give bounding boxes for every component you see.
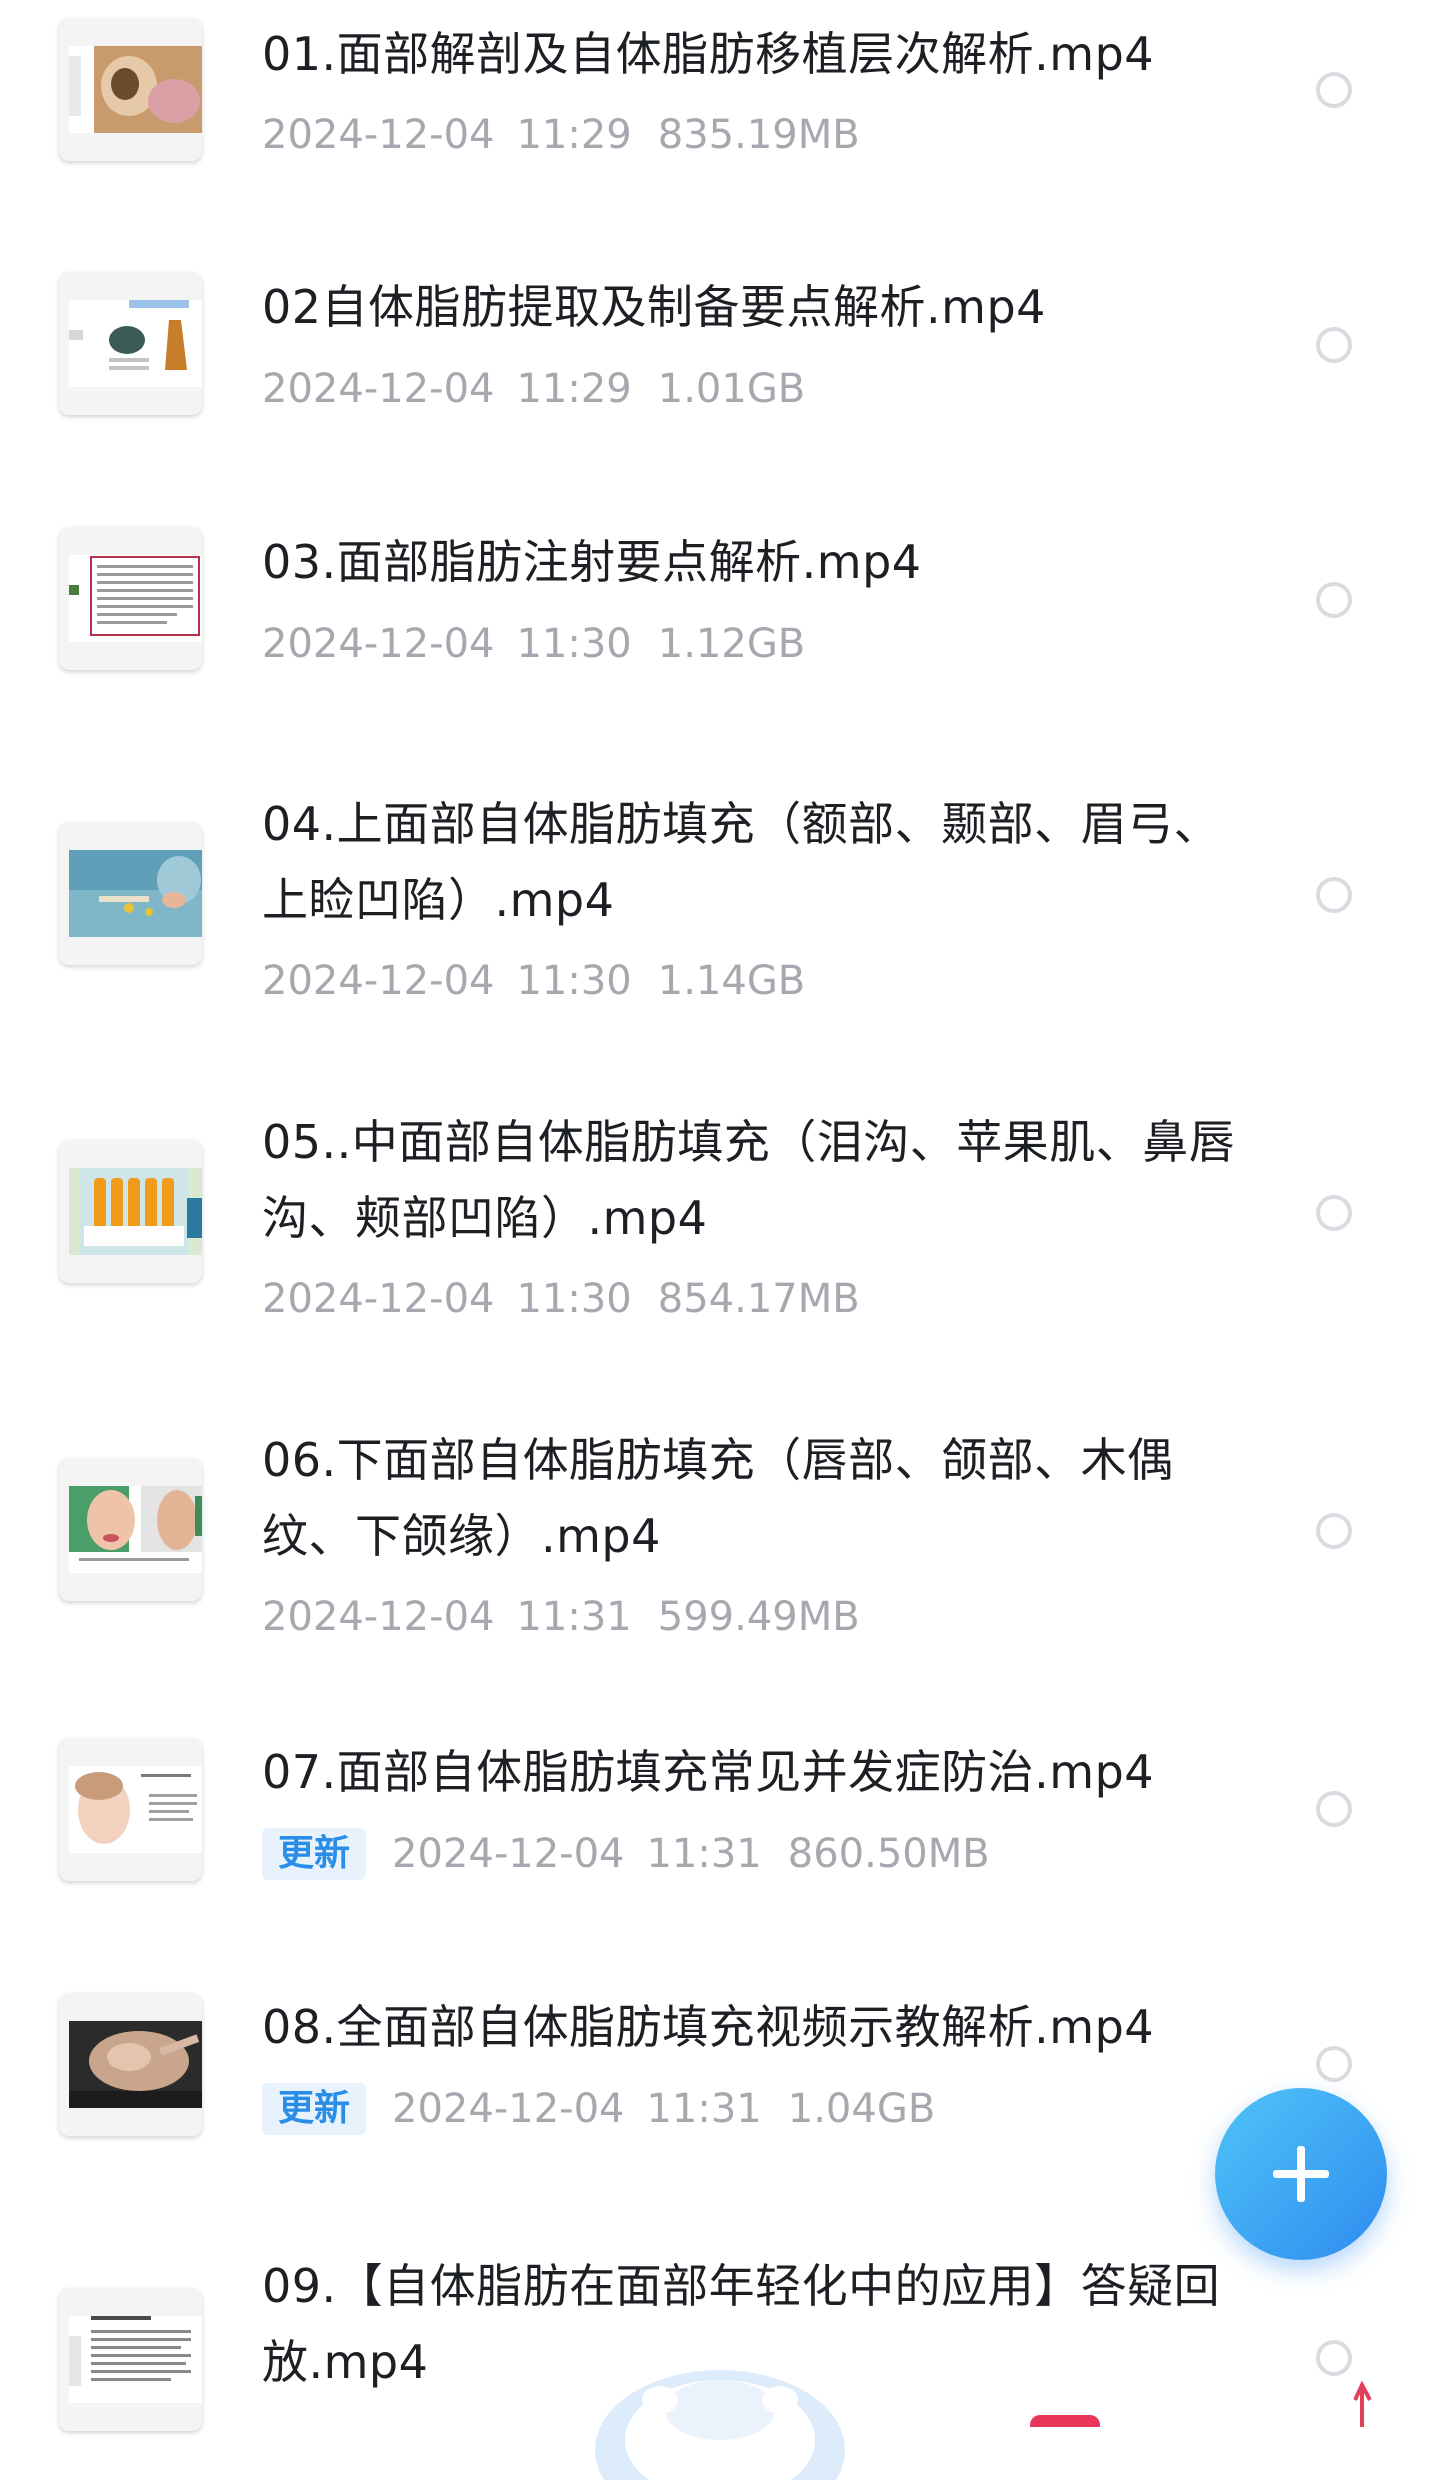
file-time: 11:30 — [516, 1276, 632, 1322]
surgery-thumbnail-image — [69, 850, 202, 937]
select-radio-icon[interactable] — [1316, 877, 1352, 913]
file-size: 860.50MB — [787, 1831, 990, 1877]
file-meta: 2024-12-04 11:29 835.19MB — [262, 110, 860, 160]
plus-icon — [1273, 2146, 1329, 2202]
select-radio-icon[interactable] — [1316, 72, 1352, 108]
file-meta: 更新 2024-12-04 11:31 860.50MB — [262, 1828, 990, 1880]
face-slide-thumbnail-image — [69, 1766, 202, 1853]
file-time: 11:29 — [516, 366, 632, 412]
file-size: 1.12GB — [657, 621, 806, 667]
procedure-video-thumbnail-image — [69, 2021, 202, 2108]
file-thumbnail — [59, 1458, 202, 1601]
select-radio-icon[interactable] — [1316, 2046, 1352, 2082]
file-size: 1.04GB — [787, 2086, 936, 2132]
qa-slide-thumbnail-image — [69, 2316, 202, 2403]
file-thumbnail — [59, 1993, 202, 2136]
file-date: 2024-12-04 — [262, 366, 495, 412]
file-date: 2024-12-04 — [262, 621, 495, 667]
file-title: 05..中面部自体脂肪填充（泪沟、苹果肌、鼻唇沟、颊部凹陷）.mp4 — [262, 1115, 1236, 1245]
file-date: 2024-12-04 — [392, 1831, 625, 1877]
file-size: 1.14GB — [657, 958, 806, 1004]
file-meta: 更新 2024-12-04 11:31 1.04GB — [262, 2083, 936, 2135]
file-date: 2024-12-04 — [262, 958, 495, 1004]
face-thumbnail-image — [69, 1486, 202, 1573]
file-meta: 2024-12-04 11:29 1.01GB — [262, 364, 805, 414]
file-time: 11:31 — [646, 2086, 762, 2132]
file-thumbnail — [59, 272, 202, 415]
file-date: 2024-12-04 — [392, 2086, 625, 2132]
select-radio-icon[interactable] — [1316, 2340, 1352, 2376]
file-meta: 2024-12-04 11:31 599.49MB — [262, 1592, 860, 1642]
file-date: 2024-12-04 — [262, 112, 495, 158]
updated-badge: 更新 — [262, 2083, 367, 2135]
file-thumbnail — [59, 822, 202, 965]
file-time: 11:30 — [516, 621, 632, 667]
add-button[interactable] — [1215, 2088, 1387, 2260]
select-radio-icon[interactable] — [1316, 582, 1352, 618]
file-title: 08.全面部自体脂肪填充视频示教解析.mp4 — [262, 2000, 1155, 2054]
file-meta: 2024-12-04 11:30 854.17MB — [262, 1274, 860, 1324]
file-size: 599.49MB — [657, 1594, 860, 1640]
file-title: 03.面部脂肪注射要点解析.mp4 — [262, 535, 922, 589]
file-thumbnail — [59, 1140, 202, 1283]
mascot-decoration-icon — [595, 2370, 845, 2480]
select-radio-icon[interactable] — [1316, 1195, 1352, 1231]
file-thumbnail — [59, 2288, 202, 2431]
file-title: 01.面部解剖及自体脂肪移植层次解析.mp4 — [262, 27, 1155, 81]
file-title: 02自体脂肪提取及制备要点解析.mp4 — [262, 280, 1046, 334]
file-thumbnail — [59, 1738, 202, 1881]
select-radio-icon[interactable] — [1316, 1513, 1352, 1549]
file-time: 11:29 — [516, 112, 632, 158]
file-meta: 2024-12-04 11:30 1.12GB — [262, 619, 805, 669]
bottom-decoration-icon — [1030, 2380, 1372, 2427]
file-time: 11:31 — [646, 1831, 762, 1877]
file-date: 2024-12-04 — [262, 1594, 495, 1640]
slide-thumbnail-image — [69, 300, 202, 387]
file-title: 04.上面部自体脂肪填充（额部、颞部、眉弓、上睑凹陷）.mp4 — [262, 797, 1221, 927]
file-title: 06.下面部自体脂肪填充（唇部、颌部、木偶纹、下颌缘）.mp4 — [262, 1433, 1174, 1563]
updated-badge: 更新 — [262, 1828, 367, 1880]
test-tubes-thumbnail-image — [69, 1168, 202, 1255]
file-time: 11:30 — [516, 958, 632, 1004]
file-date: 2024-12-04 — [262, 1276, 495, 1322]
file-time: 11:31 — [516, 1594, 632, 1640]
file-meta: 2024-12-04 11:30 1.14GB — [262, 956, 805, 1006]
file-title: 07.面部自体脂肪填充常见并发症防治.mp4 — [262, 1745, 1155, 1799]
select-radio-icon[interactable] — [1316, 1791, 1352, 1827]
select-radio-icon[interactable] — [1316, 327, 1352, 363]
file-thumbnail — [59, 18, 202, 161]
file-size: 835.19MB — [657, 112, 860, 158]
anatomy-thumbnail-image — [69, 46, 202, 133]
file-thumbnail — [59, 527, 202, 670]
file-size: 854.17MB — [657, 1276, 860, 1322]
document-thumbnail-image — [69, 555, 202, 642]
file-size: 1.01GB — [657, 366, 806, 412]
